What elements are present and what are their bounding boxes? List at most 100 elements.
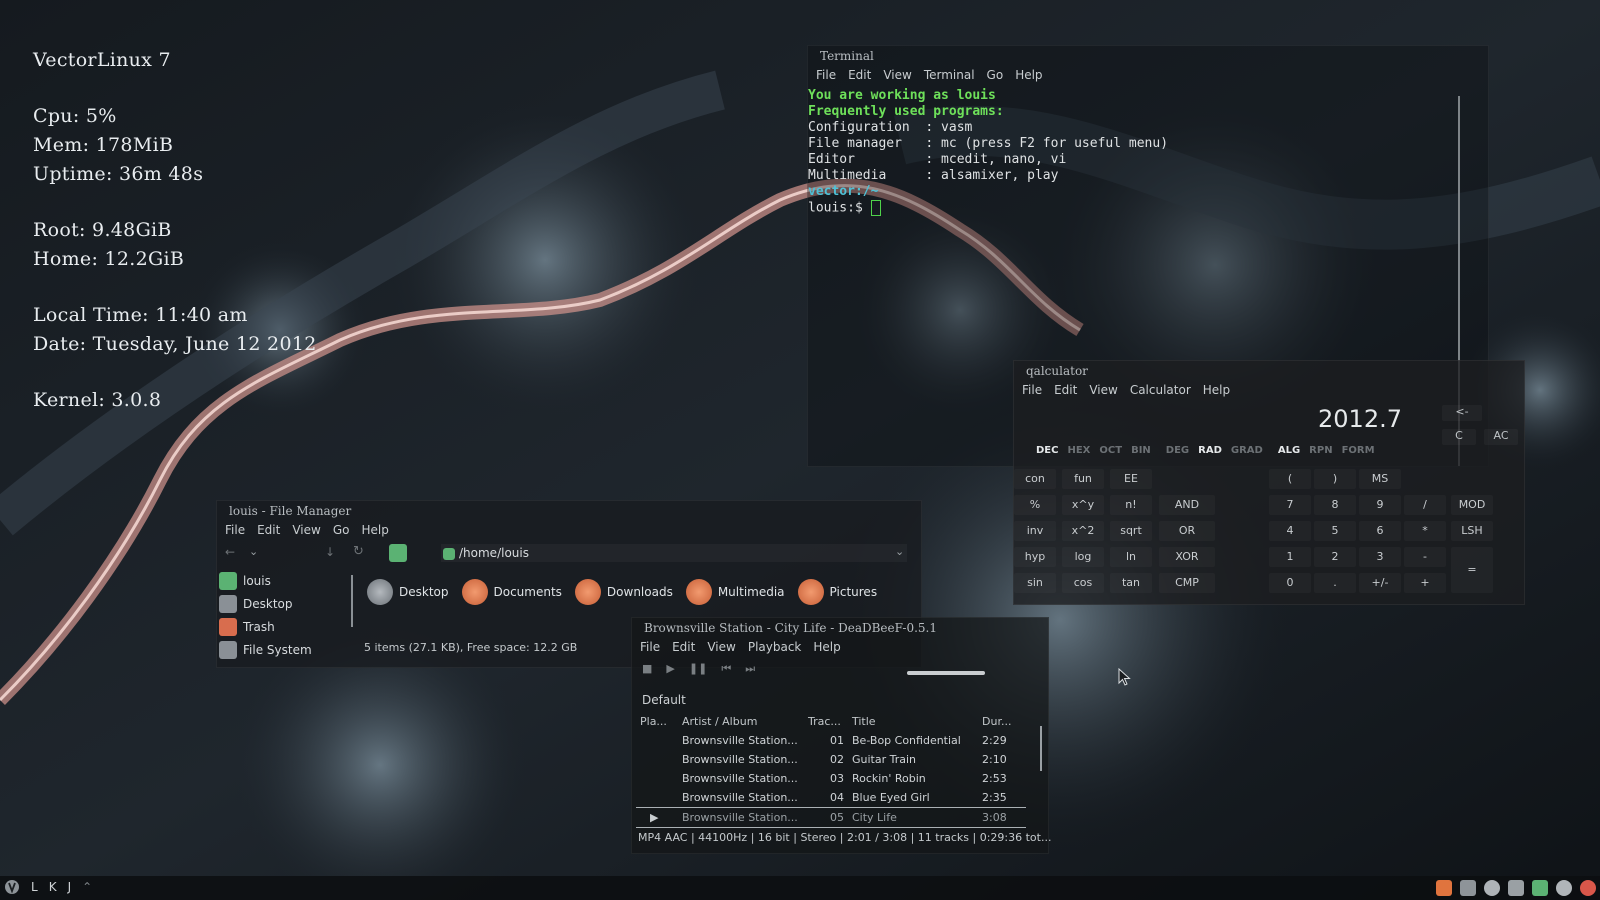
key-4[interactable]: 4 [1269, 521, 1311, 541]
chevron-down-icon[interactable]: ⌄ [249, 545, 258, 558]
media-player-icon[interactable] [1436, 880, 1452, 896]
reload-icon[interactable]: ↻ [353, 544, 364, 559]
display-icon[interactable] [1460, 880, 1476, 896]
menu-file[interactable]: File [816, 68, 836, 82]
pause-icon[interactable]: ❚❚ [689, 662, 707, 676]
previous-icon[interactable]: ⏮ [721, 662, 731, 676]
workspace-l[interactable]: L [31, 880, 38, 894]
log-button[interactable]: log [1062, 547, 1104, 567]
xor-button[interactable]: XOR [1159, 547, 1215, 567]
column-header[interactable]: Pla... [636, 712, 678, 731]
menu-help[interactable]: Help [813, 640, 840, 654]
volume-icon[interactable] [1556, 880, 1572, 896]
menu-edit[interactable]: Edit [848, 68, 871, 82]
mode-oct[interactable]: OCT [1099, 445, 1122, 456]
or-button[interactable]: OR [1159, 521, 1215, 541]
power-button[interactable]: x^y [1062, 495, 1104, 515]
key-5[interactable]: 5 [1314, 521, 1356, 541]
menu-view[interactable]: View [1089, 383, 1117, 397]
mode-rpn[interactable]: RPN [1309, 445, 1332, 456]
menu-view[interactable]: View [883, 68, 911, 82]
ln-button[interactable]: ln [1110, 547, 1152, 567]
key-1[interactable]: 1 [1269, 547, 1311, 567]
menu-help[interactable]: Help [1203, 383, 1230, 397]
multiply-button[interactable]: * [1404, 521, 1446, 541]
menu-go[interactable]: Go [987, 68, 1004, 82]
sign-button[interactable]: +/- [1359, 573, 1401, 593]
chevron-up-icon[interactable]: ⌃ [82, 880, 92, 894]
tan-button[interactable]: tan [1110, 573, 1152, 593]
cmp-button[interactable]: CMP [1159, 573, 1215, 593]
menu-help[interactable]: Help [361, 523, 388, 537]
calculator-window[interactable]: qalculator File Edit View Calculator Hel… [1013, 360, 1525, 605]
cos-button[interactable]: cos [1062, 573, 1104, 593]
mode-rad[interactable]: RAD [1198, 445, 1222, 456]
square-button[interactable]: x^2 [1062, 521, 1104, 541]
playlist-tab[interactable]: Default [642, 693, 686, 707]
table-row[interactable]: Brownsville Station... 03 Rockin' Robin 2:5… [636, 769, 1026, 788]
menu-edit[interactable]: Edit [1054, 383, 1077, 397]
sidebar-item-desktop[interactable]: Desktop [217, 592, 343, 615]
hyp-button[interactable]: hyp [1014, 547, 1056, 567]
mode-deg[interactable]: DEG [1166, 445, 1189, 456]
menu-playback[interactable]: Playback [748, 640, 802, 654]
table-row[interactable]: Brownsville Station... 01 Be-Bop Confident… [636, 731, 1026, 750]
menu-view[interactable]: View [707, 640, 735, 654]
subtract-button[interactable]: - [1404, 547, 1446, 567]
key-2[interactable]: 2 [1314, 547, 1356, 567]
stop-icon[interactable]: ■ [642, 662, 652, 676]
column-header[interactable]: Dur... [978, 712, 1026, 731]
inv-button[interactable]: inv [1014, 521, 1056, 541]
table-row[interactable]: Brownsville Station... 02 Guitar Train 2:10 [636, 750, 1026, 769]
decimal-button[interactable]: . [1314, 573, 1356, 593]
mode-grad[interactable]: GRAD [1231, 445, 1263, 456]
file-item[interactable]: Downloads [574, 579, 673, 605]
menu-file[interactable]: File [640, 640, 660, 654]
workspace-k[interactable]: K [49, 880, 57, 894]
backspace-button[interactable]: <- [1442, 405, 1482, 421]
mode-bin[interactable]: BIN [1131, 445, 1151, 456]
key-8[interactable]: 8 [1314, 495, 1356, 515]
menu-terminal[interactable]: Terminal [924, 68, 975, 82]
menu-file[interactable]: File [1022, 383, 1042, 397]
factorial-button[interactable]: n! [1110, 495, 1152, 515]
menu-help[interactable]: Help [1015, 68, 1042, 82]
menu-edit[interactable]: Edit [672, 640, 695, 654]
divide-button[interactable]: / [1404, 495, 1446, 515]
function-button[interactable]: fun [1062, 469, 1104, 489]
key-3[interactable]: 3 [1359, 547, 1401, 567]
home-icon[interactable] [389, 544, 407, 562]
mode-alg[interactable]: ALG [1278, 445, 1300, 456]
key-9[interactable]: 9 [1359, 495, 1401, 515]
sidebar-splitter[interactable] [351, 575, 353, 627]
volume-bar[interactable] [907, 671, 985, 675]
menu-view[interactable]: View [292, 523, 320, 537]
file-item[interactable]: Pictures [797, 579, 877, 605]
column-header[interactable]: Title [848, 712, 978, 731]
playlist-scrollbar[interactable] [1040, 726, 1042, 771]
mode-dec[interactable]: DEC [1036, 445, 1058, 456]
mod-button[interactable]: MOD [1451, 495, 1493, 515]
lparen-button[interactable]: ( [1269, 469, 1311, 489]
music-player-window[interactable]: Brownsville Station - City Life - DeaDBe… [631, 617, 1051, 854]
sidebar-item-louis[interactable]: louis [217, 569, 343, 592]
key-0[interactable]: 0 [1269, 573, 1311, 593]
percent-button[interactable]: % [1014, 495, 1056, 515]
sqrt-button[interactable]: sqrt [1110, 521, 1152, 541]
key-6[interactable]: 6 [1359, 521, 1401, 541]
back-icon[interactable]: ← [225, 545, 235, 559]
and-button[interactable]: AND [1159, 495, 1215, 515]
menu-file[interactable]: File [225, 523, 245, 537]
start-menu-icon[interactable] [4, 879, 20, 895]
sidebar-item-trash[interactable]: Trash [217, 615, 343, 638]
network-icon[interactable] [1484, 880, 1500, 896]
play-icon[interactable]: ▶ [666, 662, 674, 676]
column-header[interactable]: Artist / Album [678, 712, 804, 731]
update-icon[interactable] [1532, 880, 1548, 896]
file-item[interactable]: Documents [461, 579, 562, 605]
sidebar-item-filesystem[interactable]: File System [217, 638, 343, 661]
table-row[interactable]: Brownsville Station... 04 Blue Eyed Girl 2:… [636, 788, 1026, 808]
sin-button[interactable]: sin [1014, 573, 1056, 593]
rparen-button[interactable]: ) [1314, 469, 1356, 489]
workspace-j[interactable]: J [68, 880, 72, 894]
